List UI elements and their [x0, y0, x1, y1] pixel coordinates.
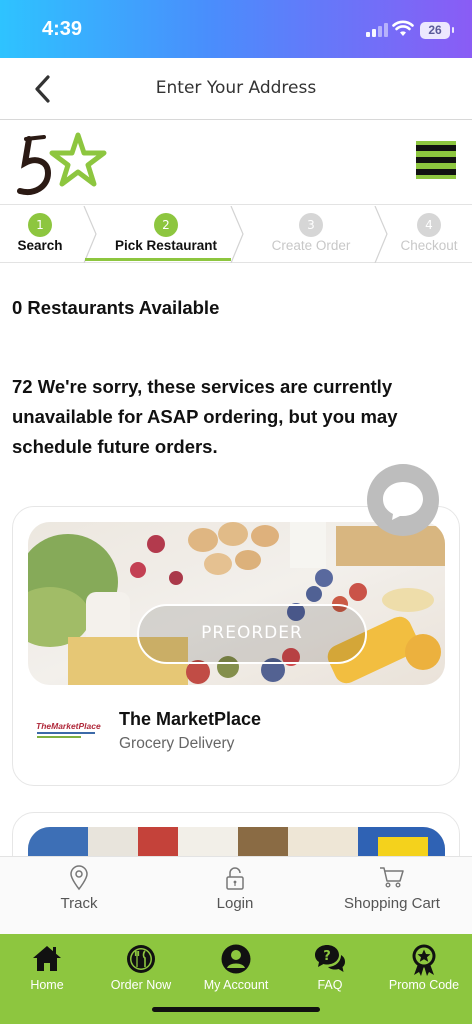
track-button[interactable]: Track	[20, 857, 138, 935]
step-number: 3	[299, 213, 323, 237]
step-number: 2	[154, 213, 178, 237]
restaurant-category: Grocery Delivery	[119, 735, 235, 752]
store-logo: TheMarketPlace	[35, 717, 101, 741]
brand-bar	[0, 121, 472, 205]
restaurant-card[interactable]: PREORDER TheMarketPlace The MarketPlace …	[12, 506, 460, 786]
step-divider-icon	[230, 206, 244, 263]
unavailable-message: 72 We're sorry, these services are curre…	[12, 376, 398, 457]
step-search[interactable]: 1 Search	[0, 206, 80, 263]
user-icon	[221, 944, 251, 974]
home-icon	[33, 946, 61, 971]
login-label: Login	[216, 895, 254, 912]
order-stepper: 1 Search 2 Pick Restaurant 3 Create Orde…	[0, 206, 472, 263]
step-divider-icon	[374, 206, 388, 263]
unlock-icon	[226, 867, 244, 890]
step-number: 4	[417, 213, 441, 237]
top-header: Enter Your Address	[0, 58, 472, 120]
nav-home[interactable]: Home	[0, 934, 94, 1024]
chat-bubble-icon	[383, 482, 423, 520]
shopping-cart-label: Shopping Cart	[344, 895, 440, 912]
svg-text:?: ?	[323, 949, 331, 964]
step-pick-restaurant[interactable]: 2 Pick Restaurant	[95, 206, 237, 263]
hamburger-menu-button[interactable]	[416, 141, 456, 179]
restaurant-banner-image: PREORDER	[28, 522, 445, 685]
home-indicator	[152, 1007, 320, 1012]
chat-button[interactable]	[367, 464, 439, 536]
cart-icon	[380, 867, 404, 888]
badge-star-icon	[412, 944, 436, 976]
status-bar: 4:39 26	[0, 0, 472, 58]
plate-cutlery-icon	[127, 945, 155, 973]
step-label: Create Order	[271, 238, 351, 253]
login-button[interactable]: Login	[176, 857, 294, 935]
chat-question-icon: ?	[315, 945, 345, 972]
page-title: Enter Your Address	[155, 78, 317, 98]
step-label: Pick Restaurant	[114, 238, 218, 253]
brand-logo[interactable]	[16, 127, 112, 199]
step-checkout[interactable]: 4 Checkout	[390, 206, 468, 263]
nav-label: FAQ	[317, 978, 343, 992]
location-pin-icon	[70, 865, 88, 891]
step-label: Search	[17, 238, 63, 253]
signal-icon	[366, 23, 388, 37]
track-label: Track	[60, 895, 98, 912]
nav-promo-code[interactable]: Promo Code	[376, 934, 472, 1024]
nav-label: Promo Code	[388, 978, 460, 992]
svg-text:TheMarketPlace: TheMarketPlace	[36, 721, 101, 731]
step-number: 1	[28, 213, 52, 237]
nav-label: My Account	[203, 978, 269, 992]
restaurant-name[interactable]: The MarketPlace	[119, 709, 261, 730]
preorder-button[interactable]: PREORDER	[137, 604, 367, 664]
restaurants-available-count: 0 Restaurants Available	[12, 297, 220, 318]
step-label: Checkout	[400, 238, 458, 253]
battery-indicator: 26	[420, 22, 454, 39]
wifi-icon	[392, 20, 414, 36]
step-create-order[interactable]: 3 Create Order	[246, 206, 376, 263]
active-step-indicator	[85, 258, 231, 261]
status-time: 4:39	[42, 18, 83, 40]
secondary-nav: Track Login Shopping Cart	[0, 856, 472, 934]
nav-label: Order Now	[110, 978, 172, 992]
shopping-cart-button[interactable]: Shopping Cart	[330, 857, 454, 935]
nav-label: Home	[30, 978, 64, 992]
